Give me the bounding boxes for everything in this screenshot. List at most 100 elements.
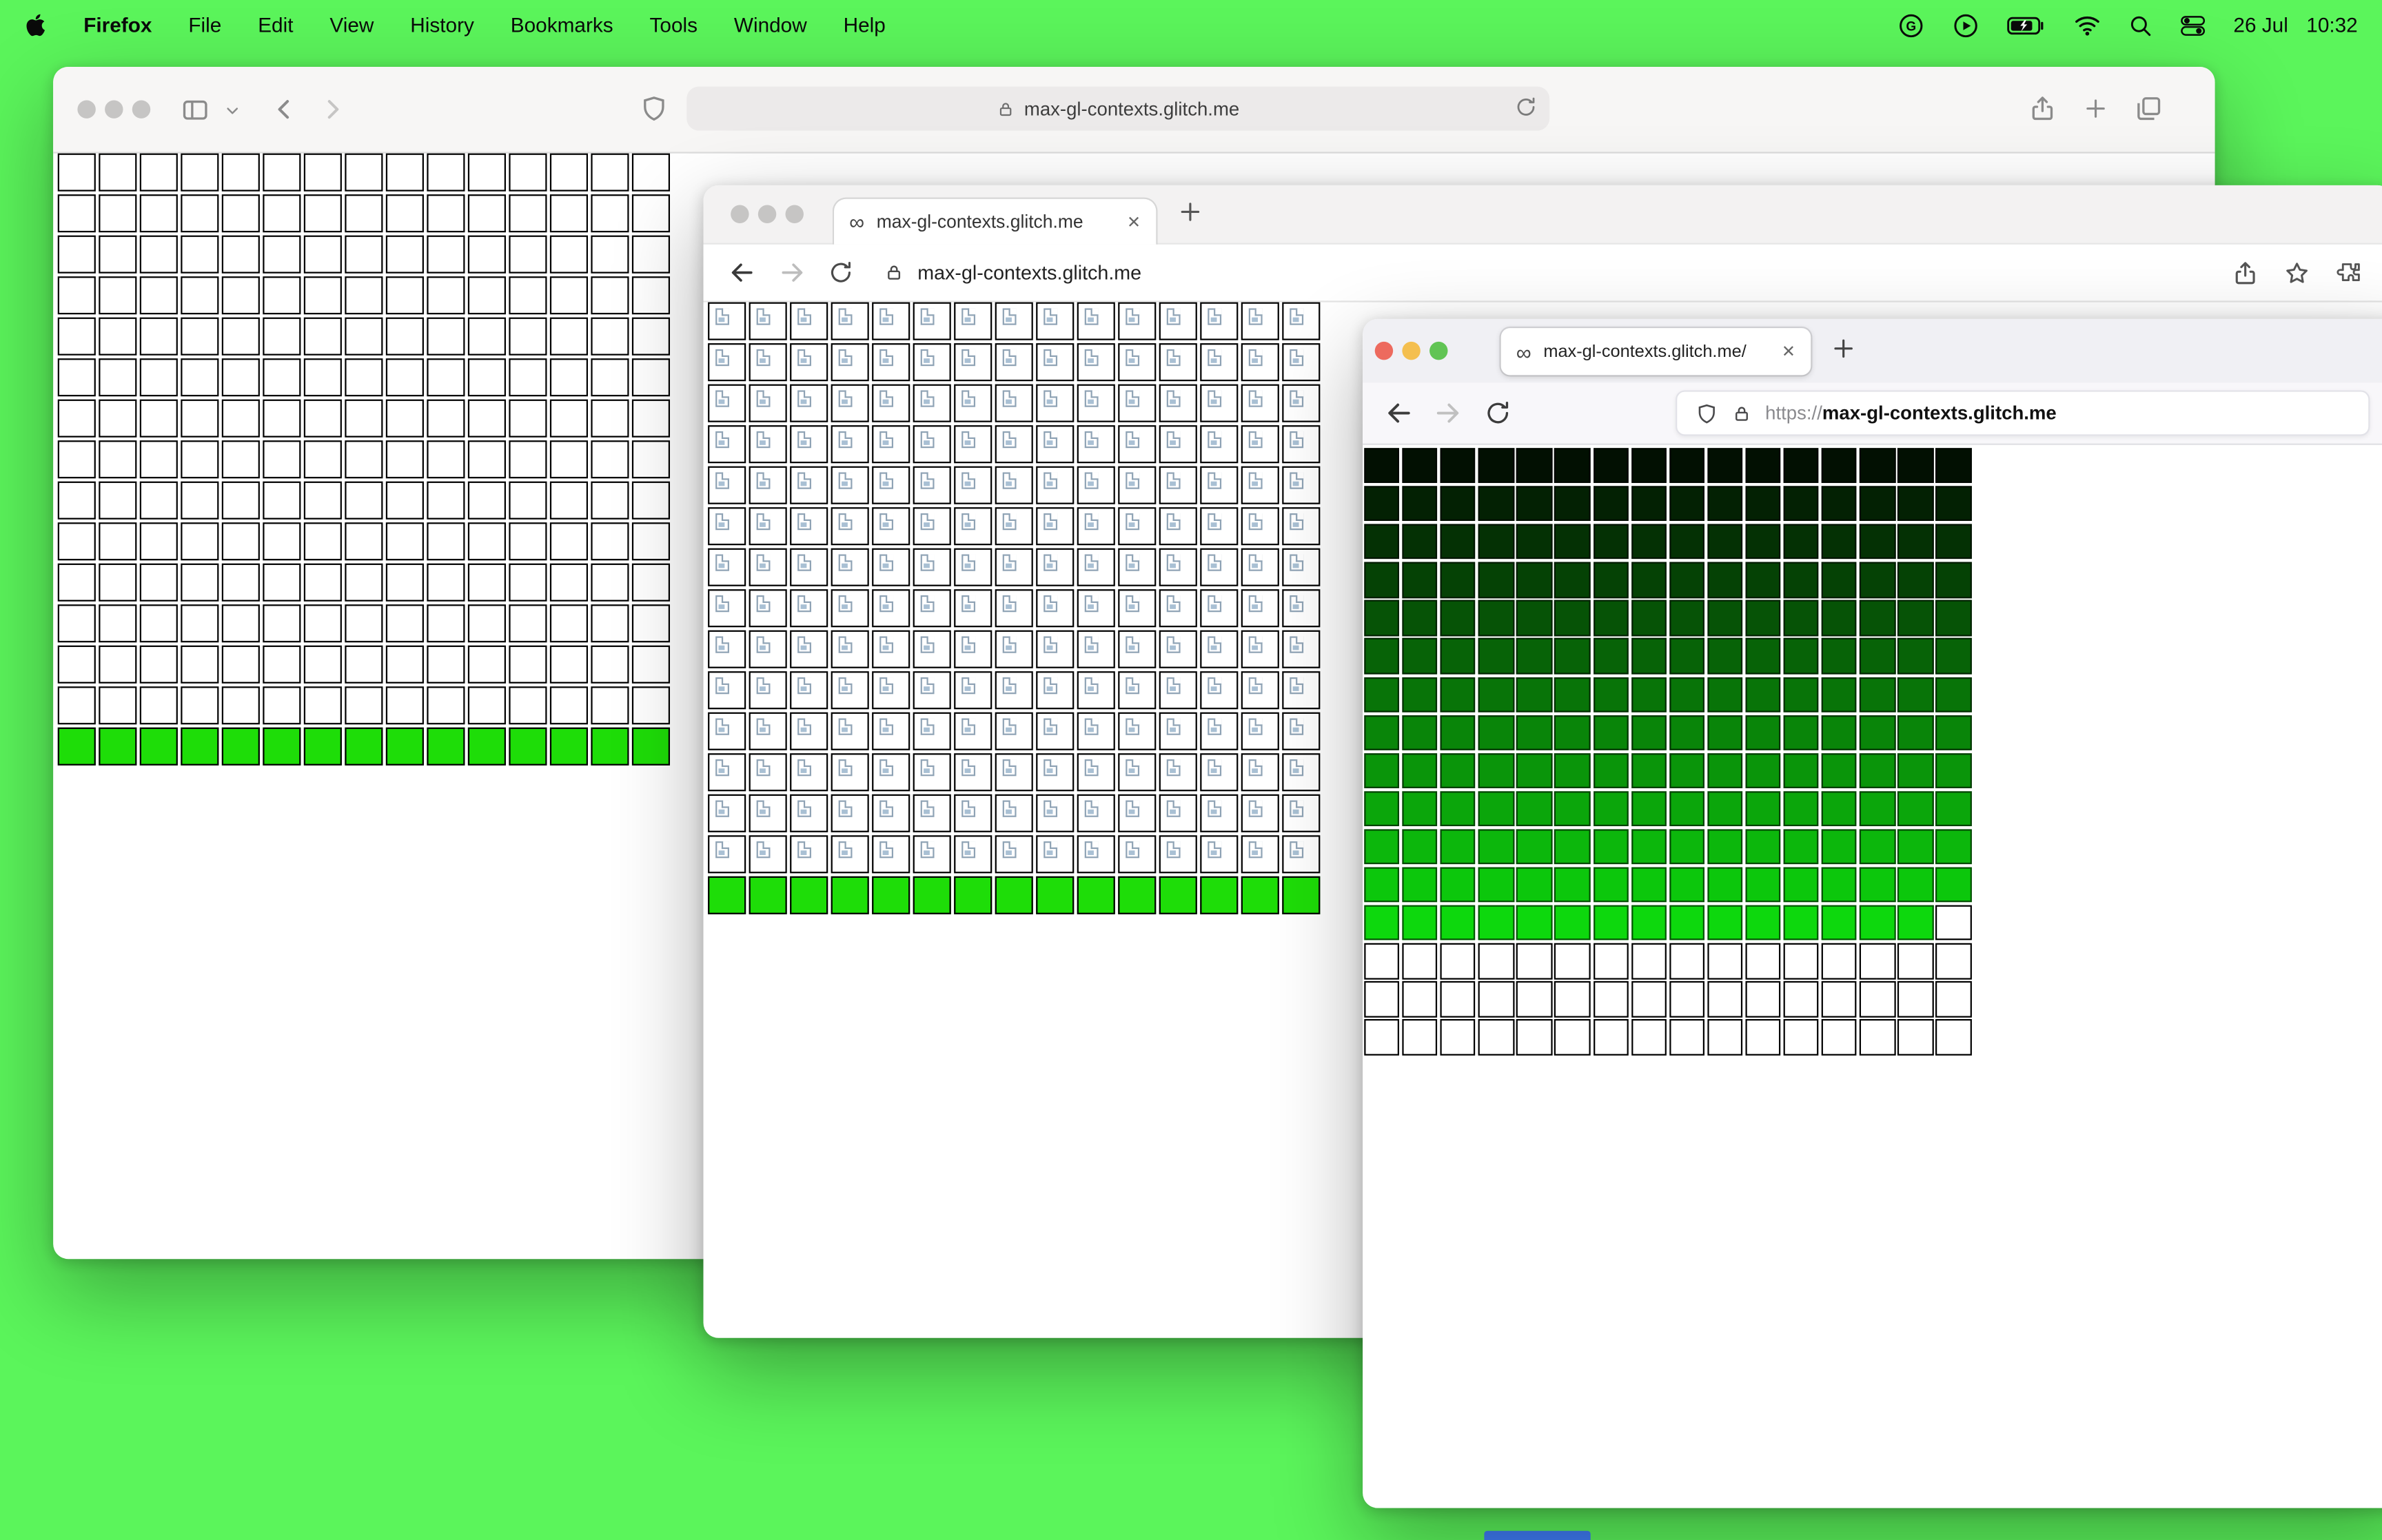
- grid-cell: [1516, 829, 1552, 865]
- broken-image-icon: [1208, 595, 1222, 613]
- menu-help[interactable]: Help: [844, 14, 886, 37]
- grid-cell: [1036, 712, 1075, 750]
- grid-cell: [1516, 1019, 1552, 1056]
- grid-cell: [99, 522, 137, 561]
- grid-cell: [1554, 829, 1591, 865]
- close-button[interactable]: [77, 100, 96, 119]
- grid-cell: [1707, 752, 1743, 789]
- back-icon[interactable]: [728, 258, 757, 287]
- grid-cell: [954, 712, 993, 750]
- new-tab-button[interactable]: [1177, 199, 1203, 225]
- menubar-date[interactable]: 26 Jul: [2233, 14, 2288, 37]
- back-icon[interactable]: [1384, 398, 1414, 428]
- app-menu-firefox[interactable]: Firefox: [83, 14, 152, 37]
- address-bar[interactable]: max-gl-contexts.glitch.me: [686, 86, 1550, 131]
- grid-cell: [913, 835, 951, 874]
- grid-cell: [831, 876, 869, 914]
- bookmark-star-icon[interactable]: [2283, 259, 2311, 287]
- menu-view[interactable]: View: [329, 14, 374, 37]
- broken-image-icon: [1126, 349, 1140, 367]
- grid-cell: [1364, 790, 1400, 827]
- control-center-icon[interactable]: [2180, 14, 2206, 36]
- share-icon[interactable]: [2232, 259, 2259, 287]
- grid-cell: [1860, 943, 1895, 979]
- grid-cell: [1593, 715, 1629, 750]
- menu-edit[interactable]: Edit: [258, 14, 293, 37]
- background-window-sliver[interactable]: [1484, 1530, 1591, 1540]
- spotlight-search-icon[interactable]: [2128, 13, 2152, 37]
- grid-cell: [708, 302, 746, 340]
- grid-cell: [591, 317, 629, 356]
- address-bar[interactable]: max-gl-contexts.glitch.me: [884, 261, 1141, 284]
- grid-cell: [749, 794, 787, 832]
- new-tab-icon[interactable]: [2083, 96, 2108, 121]
- grid-cell: [1554, 752, 1591, 789]
- tab-close-icon[interactable]: ✕: [1127, 212, 1141, 232]
- reload-icon[interactable]: [1484, 400, 1511, 427]
- broken-image-icon: [715, 513, 729, 531]
- extensions-puzzle-icon[interactable]: [2335, 259, 2363, 287]
- grid-cell: [1593, 905, 1629, 941]
- menu-tools[interactable]: Tools: [650, 14, 698, 37]
- grid-cell: [913, 507, 951, 546]
- apple-menu-icon[interactable]: [24, 12, 47, 38]
- menu-history[interactable]: History: [410, 14, 474, 37]
- new-tab-button[interactable]: [1831, 336, 1856, 361]
- grid-cell: [1897, 448, 1933, 484]
- minimize-button[interactable]: [757, 205, 777, 224]
- grid-cell: [1554, 448, 1591, 484]
- forward-icon[interactable]: [777, 258, 806, 287]
- zoom-button[interactable]: [785, 205, 804, 224]
- menu-window[interactable]: Window: [734, 14, 807, 37]
- reload-icon[interactable]: [828, 260, 853, 285]
- tab-close-icon[interactable]: ✕: [1782, 342, 1795, 361]
- broken-image-icon: [1248, 554, 1263, 571]
- address-bar[interactable]: https://max-gl-contexts.glitch.me: [1676, 390, 2370, 436]
- grid-cell: [831, 835, 869, 874]
- grid-cell: [1554, 981, 1591, 1017]
- grid-cell: [1593, 638, 1629, 675]
- zoom-button[interactable]: [132, 100, 151, 119]
- wifi-icon[interactable]: [2074, 14, 2101, 37]
- share-icon[interactable]: [2028, 94, 2057, 123]
- grammarly-icon[interactable]: [1897, 12, 1925, 39]
- grid-cell: [1282, 343, 1321, 382]
- play-status-icon[interactable]: [1953, 12, 1980, 39]
- grid-cell: [1077, 466, 1115, 504]
- sidebar-toggle-icon[interactable]: [181, 96, 210, 125]
- close-button[interactable]: [1374, 341, 1394, 360]
- grid-cell: [549, 645, 588, 684]
- grid-cell: [1159, 753, 1197, 792]
- broken-image-icon: [715, 390, 729, 407]
- tab-overview-icon[interactable]: [2135, 94, 2164, 123]
- minimize-button[interactable]: [105, 100, 123, 119]
- grid-cell: [1402, 867, 1438, 903]
- browser-tab[interactable]: ∞ max-gl-contexts.glitch.me/ ✕: [1500, 328, 1811, 376]
- zoom-button[interactable]: [1429, 341, 1448, 360]
- menu-bookmarks[interactable]: Bookmarks: [511, 14, 613, 37]
- grid-cell: [221, 194, 260, 233]
- close-button[interactable]: [731, 205, 749, 224]
- grid-cell: [954, 630, 993, 668]
- menu-file[interactable]: File: [188, 14, 221, 37]
- chevron-down-icon[interactable]: [223, 102, 241, 120]
- grid-cell: [1077, 876, 1115, 914]
- battery-icon[interactable]: [2007, 14, 2046, 36]
- grid-cell: [1669, 829, 1705, 865]
- forward-icon[interactable]: [1432, 398, 1463, 428]
- reload-icon[interactable]: [1514, 96, 1537, 123]
- back-icon[interactable]: [270, 96, 298, 123]
- broken-image-icon: [756, 595, 771, 613]
- forward-icon[interactable]: [319, 96, 347, 123]
- browser-tab[interactable]: ∞ max-gl-contexts.glitch.me ✕: [832, 197, 1158, 245]
- grid-cell: [1860, 1019, 1895, 1056]
- broken-image-icon: [756, 472, 771, 489]
- grid-cell: [139, 358, 178, 397]
- minimize-button[interactable]: [1402, 341, 1421, 360]
- grid-cell: [1897, 562, 1933, 598]
- broken-image-icon: [1248, 349, 1263, 367]
- tracking-shield-icon[interactable]: [1696, 402, 1718, 424]
- grid-cell: [1440, 829, 1476, 865]
- broken-image-icon: [920, 718, 935, 735]
- menubar-clock[interactable]: 10:32: [2306, 14, 2357, 37]
